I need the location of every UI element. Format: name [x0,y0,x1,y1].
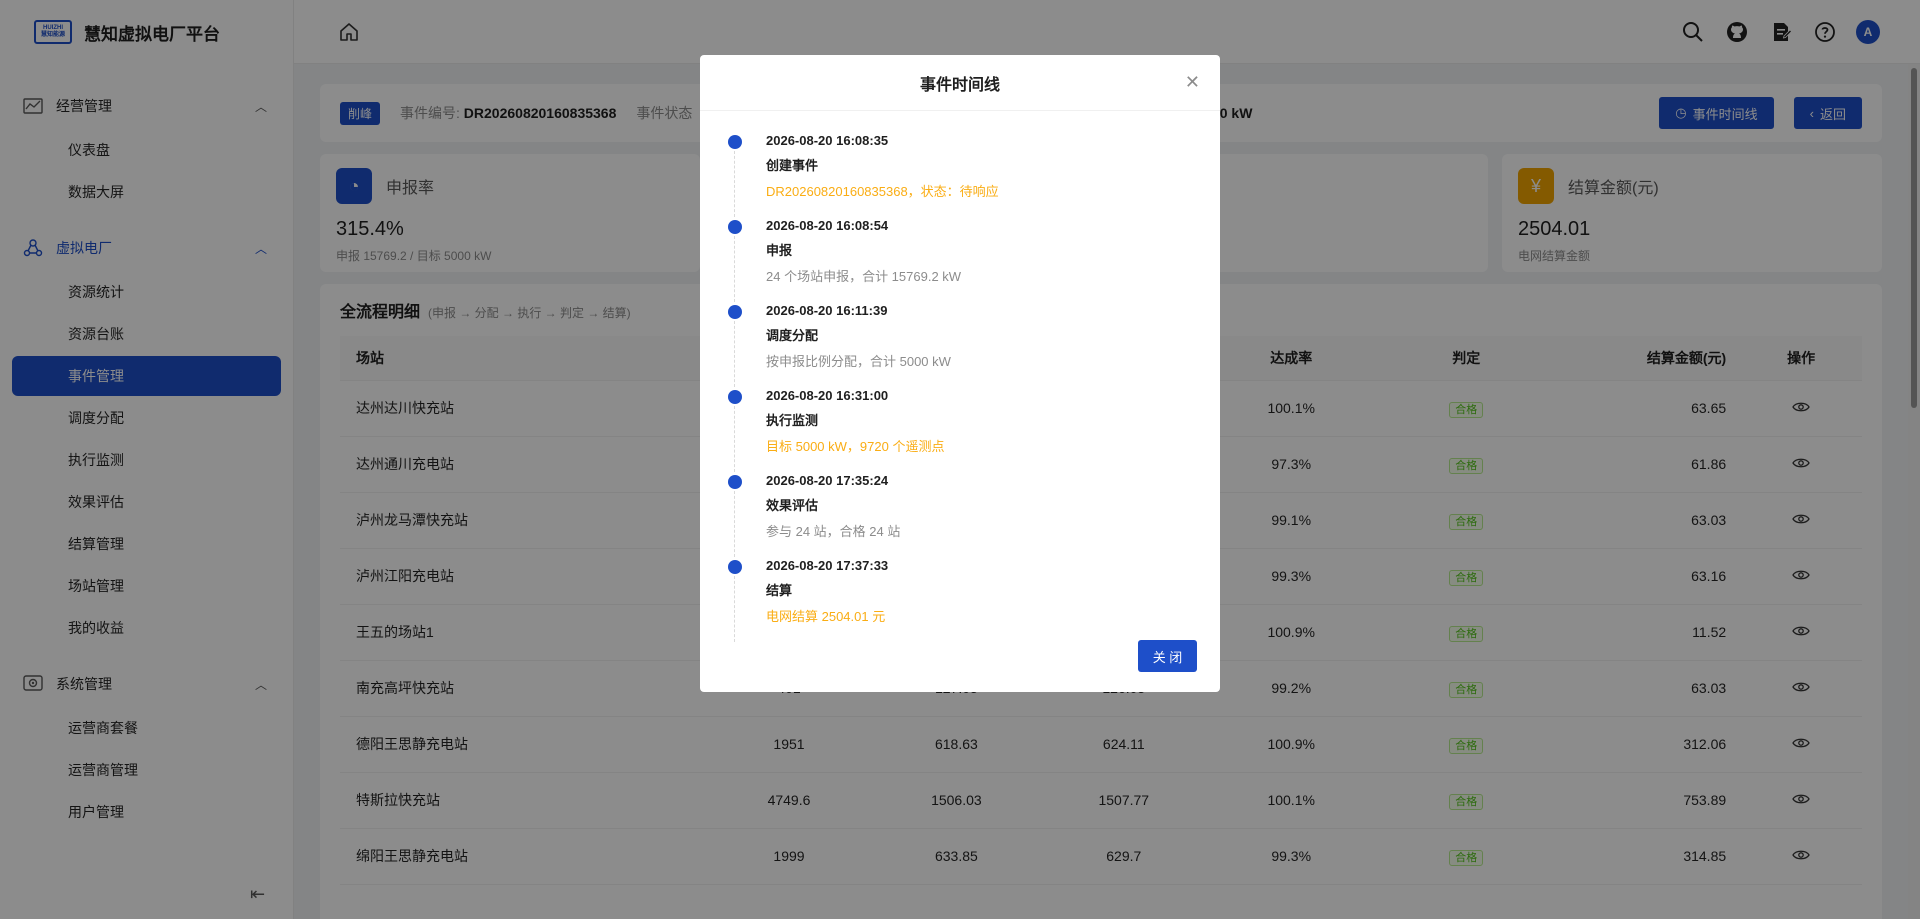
timeline-step: 调度分配 [766,328,819,343]
timeline-connector [734,491,735,557]
timeline-step: 效果评估 [766,498,819,513]
timeline-time: 2026-08-20 16:08:54 [766,218,889,233]
timeline-step: 申报 [766,243,793,258]
close-button[interactable]: 关 闭 [1138,640,1197,672]
timeline-item: 2026-08-20 16:31:00 执行监测目标 5000 kW，9720 个… [728,388,1196,473]
timeline-item: 2026-08-20 16:11:39 调度分配按申报比例分配，合计 5000 k… [728,303,1196,388]
timeline-item: 2026-08-20 16:08:54 申报 24 个场站申报，合计 15769.2… [728,218,1196,303]
timeline-dot [728,135,742,149]
timeline-step: 执行监测 [766,413,819,428]
timeline-dot [728,475,742,489]
timeline-step: 创建事件 [766,158,819,173]
modal-footer: 关 闭 [1138,640,1197,672]
timeline-connector [734,576,735,642]
timeline-modal: 事件时间线 ✕ 2026-08-20 16:08:35 创建事件 DR2026082… [700,55,1220,692]
timeline-description: 目标 5000 kW，9720 个遥测点 [766,439,945,454]
timeline-step: 结算 [766,583,793,598]
timeline-dot [728,305,742,319]
close-icon[interactable]: ✕ [1185,72,1200,93]
modal-header: 事件时间线 ✕ [700,55,1220,111]
timeline-description: 24 个场站申报，合计 15769.2 kW [766,269,962,284]
timeline-description: 参与 24 站，合格 24 站 [766,524,901,539]
timeline-item: 2026-08-20 17:37:33 结算电网结算 2504.01 元 [728,558,1196,643]
timeline-time: 2026-08-20 16:31:00 [766,388,889,403]
timeline-time: 2026-08-20 16:11:39 [766,303,888,318]
timeline-item: 2026-08-20 16:08:35 创建事件 DR202608201608353… [728,133,1196,218]
timeline-description: 按申报比例分配，合计 5000 kW [766,354,951,369]
modal-title: 事件时间线 [919,76,1000,94]
timeline-description: DR20260820160835368，状态：待响应 [766,184,999,199]
event-timeline: 2026-08-20 16:08:35 创建事件 DR202608201608353… [700,111,1220,643]
timeline-time: 2026-08-20 16:08:35 [766,133,889,148]
timeline-time: 2026-08-20 17:37:33 [766,558,889,573]
timeline-dot [728,220,742,234]
timeline-connector [734,321,735,387]
timeline-connector [734,406,735,472]
timeline-description: 电网结算 2504.01 元 [766,609,886,624]
timeline-connector [734,151,735,217]
timeline-dot [728,560,742,574]
timeline-time: 2026-08-20 17:35:24 [766,473,889,488]
timeline-connector [734,236,735,302]
timeline-item: 2026-08-20 17:35:24 效果评估参与 24 站，合格 24 站 [728,473,1196,558]
timeline-dot [728,390,742,404]
